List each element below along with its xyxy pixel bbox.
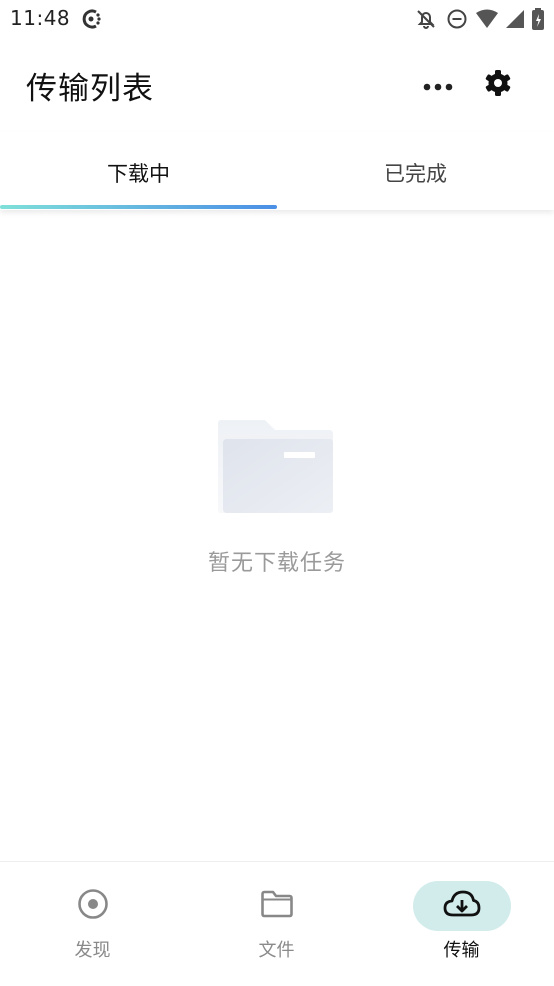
do-not-disturb-icon [446, 8, 468, 30]
folder-icon [260, 890, 294, 922]
nav-item-transfer[interactable]: 传输 [369, 862, 554, 986]
nav-item-discover[interactable]: 发现 [0, 862, 185, 986]
nav-item-files[interactable]: 文件 [184, 862, 369, 986]
cloud-download-icon [443, 890, 481, 922]
status-time: 11:48 [10, 6, 71, 30]
bottom-navigation: 发现 文件 传输 [0, 861, 554, 986]
gear-icon [484, 69, 512, 101]
nav-label-files: 文件 [258, 940, 295, 961]
more-button[interactable] [418, 65, 458, 105]
app-bar: 传输列表 [0, 45, 554, 121]
transfer-tabs: 下载中 已完成 [0, 132, 554, 210]
tab-active-indicator [0, 205, 277, 209]
discover-target-icon [77, 888, 109, 924]
settings-button[interactable] [478, 65, 518, 105]
tab-completed-label: 已完成 [384, 162, 447, 186]
notifications-off-icon [414, 7, 438, 31]
battery-icon [532, 8, 544, 30]
tab-downloading-label: 下载中 [107, 162, 170, 186]
status-icons [414, 7, 544, 31]
tab-completed[interactable]: 已完成 [277, 132, 554, 210]
more-horizontal-icon [423, 76, 453, 95]
empty-message: 暂无下载任务 [207, 551, 346, 576]
cellular-signal-icon [506, 10, 524, 28]
wifi-icon [476, 9, 498, 29]
app-notification-icon [80, 7, 104, 31]
page-title: 传输列表 [26, 71, 154, 107]
status-bar: 11:48 [0, 0, 554, 38]
nav-active-pill [412, 881, 511, 931]
nav-label-transfer: 传输 [443, 940, 480, 961]
folder-icon [217, 418, 337, 518]
nav-label-discover: 发现 [74, 940, 111, 961]
tab-downloading[interactable]: 下载中 [0, 132, 277, 210]
